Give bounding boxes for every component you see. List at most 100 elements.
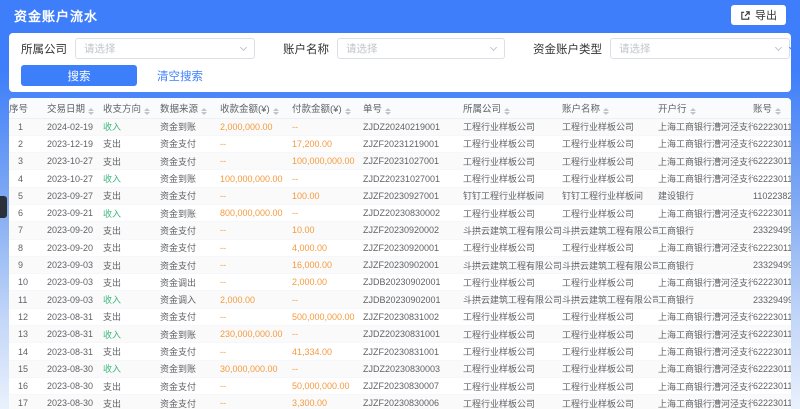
sort-icon[interactable] <box>88 108 94 115</box>
table-row[interactable]: 7 2023-09-20 支出 资金支付 -- 10.00 ZJZF202309… <box>9 222 791 239</box>
cell-account-name: 工程行业样板公司 <box>562 135 658 152</box>
filter-company: 所属公司 请选择 <box>21 38 255 59</box>
column-header[interactable]: 账号 <box>753 98 791 118</box>
cell-source: 资金支付 <box>160 135 220 152</box>
cell-pay-amount: -- <box>292 204 363 221</box>
cell-source: 资金支付 <box>160 239 220 256</box>
cell-account-no: 233294994 <box>753 256 791 273</box>
search-button[interactable]: 搜索 <box>21 65 137 86</box>
table-row[interactable]: 12 2023-08-31 支出 资金支付 -- 500,000,000.00 … <box>9 308 791 325</box>
direction-badge: 支出 <box>103 191 121 201</box>
column-header[interactable]: 单号 <box>363 98 463 118</box>
table-row[interactable]: 1 2024-02-19 收入 资金到账 2,000,000.00 -- ZJD… <box>9 118 791 135</box>
cell-date: 2023-09-03 <box>47 274 103 291</box>
cell-order-no: ZJDZ20230831001 <box>363 326 463 343</box>
direction-badge: 支出 <box>103 243 121 253</box>
column-header-label: 收款金额(¥) <box>220 104 270 115</box>
column-header[interactable]: 账户名称 <box>562 98 658 118</box>
export-button[interactable]: 导出 <box>731 5 786 25</box>
sort-icon[interactable] <box>201 108 207 115</box>
column-header-label: 所属公司 <box>463 104 501 115</box>
sort-icon[interactable] <box>144 108 150 115</box>
column-header[interactable]: 开户行 <box>658 98 753 118</box>
cell-company: 工程行业样板公司 <box>463 274 562 291</box>
sort-icon[interactable] <box>603 108 609 115</box>
table-row[interactable]: 15 2023-08-30 收入 资金到账 30,000,000.00 -- Z… <box>9 360 791 377</box>
cell-direction: 支出 <box>103 343 160 360</box>
table-row[interactable]: 5 2023-09-27 支出 资金支付 -- 100.00 ZJZF20230… <box>9 187 791 204</box>
cell-account-name: 工程行业样板公司 <box>562 170 658 187</box>
table-row[interactable]: 10 2023-09-03 支出 资金调出 -- 2,000.00 ZJDB20… <box>9 274 791 291</box>
cell-company: 工程行业样板公司 <box>463 326 562 343</box>
cell-direction: 支出 <box>103 274 160 291</box>
table-row[interactable]: 8 2023-09-20 支出 资金支付 -- 4,000.00 ZJZF202… <box>9 239 791 256</box>
cell-bank: 工商银行 <box>658 291 753 308</box>
company-placeholder: 请选择 <box>84 41 116 56</box>
cell-order-no: ZJZF20230920001 <box>363 239 463 256</box>
transactions-table-card: 序号 交易日期 收支方向 数据来源 收款金额(¥) 付款金额(¥) 单号 所属 <box>9 98 791 409</box>
cell-company: 钉钉工程行业样板间 <box>463 187 562 204</box>
cell-pay-amount: 4,000.00 <box>292 239 363 256</box>
cell-date: 2023-09-20 <box>47 239 103 256</box>
expand-filters-link[interactable]: 展开筛选 <box>790 41 800 57</box>
column-header[interactable]: 收支方向 <box>103 98 160 118</box>
account-name-select[interactable]: 请选择 <box>337 38 505 59</box>
cell-receive-amount: 230,000,000.00 <box>220 326 292 343</box>
cell-account-name: 工程行业样板公司 <box>562 274 658 291</box>
sort-icon[interactable] <box>385 108 391 115</box>
column-header[interactable]: 所属公司 <box>463 98 562 118</box>
table-row[interactable]: 4 2023-10-27 收入 资金到账 100,000,000.00 -- Z… <box>9 170 791 187</box>
cell-date: 2023-09-03 <box>47 291 103 308</box>
company-select[interactable]: 请选择 <box>75 38 255 59</box>
cell-account-name: 工程行业样板公司 <box>562 360 658 377</box>
clear-search-button[interactable]: 清空搜索 <box>157 68 203 84</box>
cell-index: 11 <box>9 291 47 308</box>
cell-order-no: ZJDZ20240219001 <box>363 118 463 135</box>
column-header[interactable]: 收款金额(¥) <box>220 98 292 118</box>
table-row[interactable]: 3 2023-10-27 支出 资金支付 -- 100,000,000.00 Z… <box>9 153 791 170</box>
cell-order-no: ZJZF20230830006 <box>363 395 463 409</box>
cell-account-no: 233294994 <box>753 222 791 239</box>
side-float-tab[interactable] <box>0 196 7 218</box>
sort-icon[interactable] <box>775 108 781 115</box>
column-header[interactable]: 付款金额(¥) <box>292 98 363 118</box>
cell-direction: 收入 <box>103 204 160 221</box>
cell-company: 工程行业样板公司 <box>463 204 562 221</box>
cell-account-name: 钉钉工程行业样板间 <box>562 187 658 204</box>
cell-date: 2024-02-19 <box>47 118 103 135</box>
cell-company: 工程行业样板公司 <box>463 395 562 409</box>
sort-icon[interactable] <box>273 108 279 115</box>
cell-date: 2023-09-20 <box>47 222 103 239</box>
table-row[interactable]: 11 2023-09-03 收入 资金调入 2,000.00 -- ZJDB20… <box>9 291 791 308</box>
cell-account-no: 622230111 <box>753 239 791 256</box>
table-row[interactable]: 13 2023-08-31 收入 资金到账 230,000,000.00 -- … <box>9 326 791 343</box>
table-row[interactable]: 17 2023-08-30 支出 资金支付 -- 3,300.00 ZJZF20… <box>9 395 791 409</box>
sort-icon[interactable] <box>690 108 696 115</box>
cell-account-name: 工程行业样板公司 <box>562 377 658 394</box>
cell-date: 2023-09-21 <box>47 204 103 221</box>
sort-icon[interactable] <box>504 108 510 115</box>
cell-company: 斗拱云建筑工程有限公司 <box>463 222 562 239</box>
cell-date: 2023-08-30 <box>47 360 103 377</box>
column-header[interactable]: 序号 <box>9 98 47 118</box>
column-header[interactable]: 数据来源 <box>160 98 220 118</box>
cell-pay-amount: 2,000.00 <box>292 274 363 291</box>
cell-direction: 收入 <box>103 291 160 308</box>
cell-account-no: 622230111 <box>753 360 791 377</box>
column-header[interactable]: 交易日期 <box>47 98 103 118</box>
sort-icon[interactable] <box>345 108 351 115</box>
table-row[interactable]: 14 2023-08-31 支出 资金支付 -- 41,334.00 ZJZF2… <box>9 343 791 360</box>
cell-index: 1 <box>9 118 47 135</box>
cell-order-no: ZJZF20231027001 <box>363 153 463 170</box>
table-row[interactable]: 16 2023-08-30 支出 资金支付 -- 50,000,000.00 Z… <box>9 377 791 394</box>
cell-order-no: ZJZF20230831002 <box>363 308 463 325</box>
table-row[interactable]: 2 2023-12-19 支出 资金支付 -- 17,200.00 ZJZF20… <box>9 135 791 152</box>
cell-bank: 上海工商银行漕河泾支行 <box>658 308 753 325</box>
table-row[interactable]: 9 2023-09-03 支出 资金支付 -- 16,000.00 ZJZF20… <box>9 256 791 273</box>
direction-badge: 支出 <box>103 278 121 288</box>
account-type-select[interactable]: 请选择 <box>610 38 790 59</box>
table-row[interactable]: 6 2023-09-21 收入 资金到账 800,000,000.00 -- Z… <box>9 204 791 221</box>
cell-company: 斗拱云建筑工程有限公司 <box>463 291 562 308</box>
cell-source: 资金到账 <box>160 170 220 187</box>
column-header-label: 收支方向 <box>103 104 141 115</box>
